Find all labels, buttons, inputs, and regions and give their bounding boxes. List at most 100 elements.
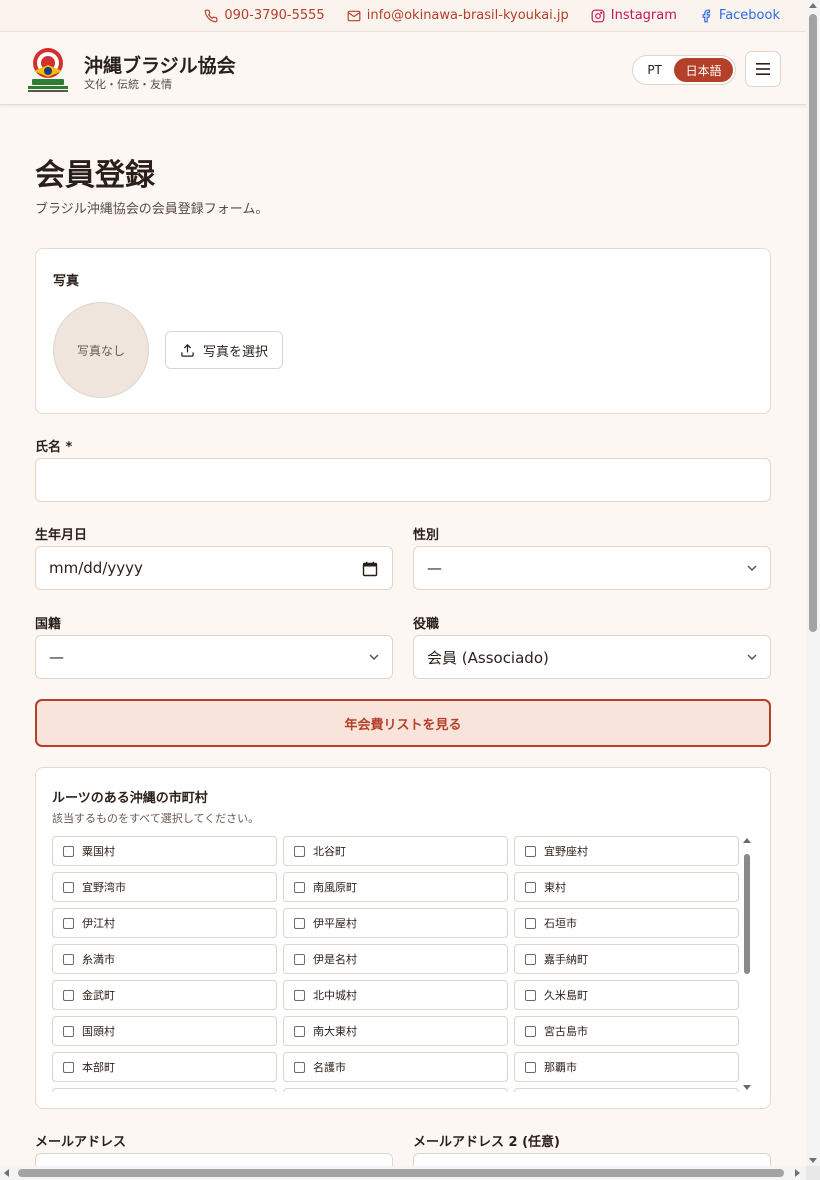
municipality-checkbox-item[interactable]: 北中城村 bbox=[283, 980, 508, 1010]
checkbox[interactable] bbox=[525, 953, 536, 965]
calendar-icon[interactable] bbox=[362, 561, 378, 577]
checkbox[interactable] bbox=[63, 989, 74, 1001]
phone-text: 090-3790-5555 bbox=[224, 8, 325, 23]
municipality-checkbox-item[interactable]: 宜野座村 bbox=[514, 836, 739, 866]
municipality-checkbox-item[interactable]: 南大東村 bbox=[283, 1016, 508, 1046]
birthdate-input[interactable]: mm/dd/yyyy bbox=[35, 546, 393, 590]
email-link[interactable]: info@okinawa-brasil-kyoukai.jp bbox=[347, 8, 569, 23]
scrollbar-thumb[interactable] bbox=[809, 14, 817, 632]
municipality-checkbox-item[interactable]: 嘉手納町 bbox=[514, 944, 739, 974]
checkbox[interactable] bbox=[525, 1061, 536, 1073]
page-horizontal-scrollbar[interactable] bbox=[0, 1166, 806, 1180]
checkbox[interactable] bbox=[294, 917, 305, 929]
upload-icon bbox=[181, 343, 194, 357]
municipality-checkbox-item[interactable]: 名護市 bbox=[283, 1052, 508, 1082]
municipality-checkbox-item[interactable] bbox=[283, 1088, 508, 1092]
municipality-checkbox-item[interactable]: 南風原町 bbox=[283, 872, 508, 902]
chevron-down-icon bbox=[369, 654, 379, 661]
checkbox[interactable] bbox=[294, 845, 305, 857]
municipality-label: 粟国村 bbox=[82, 845, 115, 858]
checkbox[interactable] bbox=[63, 845, 74, 857]
municipality-checkbox-item[interactable]: 久米島町 bbox=[514, 980, 739, 1010]
municipality-checkbox-item[interactable]: 粟国村 bbox=[52, 836, 277, 866]
municipality-checkbox-item[interactable]: 伊平屋村 bbox=[283, 908, 508, 938]
checkbox[interactable] bbox=[525, 845, 536, 857]
checkbox[interactable] bbox=[63, 881, 74, 893]
scroll-down-arrow-icon[interactable] bbox=[809, 1158, 817, 1163]
municipality-checkbox-item[interactable] bbox=[52, 1088, 277, 1092]
municipality-list: 粟国村 北谷町 宜野座村宜野湾市 南風原町 東村伊江村 伊平屋村 石垣市糸満市 伊是名村 嘉手納… bbox=[52, 836, 742, 1092]
scrollbar-thumb[interactable] bbox=[744, 854, 750, 974]
municipality-checkbox-item[interactable]: 伊是名村 bbox=[283, 944, 508, 974]
municipality-label: 南大東村 bbox=[313, 1025, 357, 1038]
municipality-label: 国頭村 bbox=[82, 1025, 115, 1038]
municipality-label: 本部町 bbox=[82, 1061, 115, 1074]
checkbox[interactable] bbox=[525, 881, 536, 893]
municipality-label: 宜野座村 bbox=[544, 845, 588, 858]
view-fee-list-button[interactable]: 年会費リストを見る bbox=[35, 699, 771, 747]
association-logo[interactable] bbox=[24, 45, 72, 93]
checkbox[interactable] bbox=[294, 1025, 305, 1037]
photo-placeholder: 写真なし bbox=[76, 343, 125, 358]
municipality-checkbox-item[interactable]: 東村 bbox=[514, 872, 739, 902]
scroll-right-arrow-icon[interactable] bbox=[795, 1169, 800, 1177]
menu-button[interactable] bbox=[745, 51, 781, 87]
nationality-select[interactable]: — bbox=[35, 635, 393, 679]
checkbox[interactable] bbox=[294, 989, 305, 1001]
checkbox[interactable] bbox=[63, 953, 74, 965]
checkbox[interactable] bbox=[294, 881, 305, 893]
roots-title: ルーツのある沖縄の市町村 bbox=[52, 791, 208, 806]
municipality-scrollbar[interactable] bbox=[742, 836, 752, 1092]
checkbox[interactable] bbox=[525, 989, 536, 1001]
checkbox[interactable] bbox=[294, 1061, 305, 1073]
select-photo-button[interactable]: 写真を選択 bbox=[165, 331, 283, 369]
checkbox[interactable] bbox=[63, 1061, 74, 1073]
nationality-label: 国籍 bbox=[35, 617, 62, 632]
email2-label: メールアドレス 2 (任意) bbox=[413, 1135, 560, 1150]
roots-subtitle: 該当するものをすべて選択してください。 bbox=[52, 812, 260, 825]
municipality-label: 東村 bbox=[544, 881, 566, 894]
gender-select[interactable]: — bbox=[413, 546, 771, 590]
lang-pt-button[interactable]: PT bbox=[635, 58, 674, 82]
scroll-left-arrow-icon[interactable] bbox=[4, 1169, 9, 1177]
email-text: info@okinawa-brasil-kyoukai.jp bbox=[366, 8, 569, 23]
facebook-icon bbox=[702, 9, 711, 22]
site-tagline: 文化・伝統・友情 bbox=[84, 78, 172, 91]
scroll-up-arrow-icon[interactable] bbox=[743, 838, 751, 843]
phone-link[interactable]: 090-3790-5555 bbox=[204, 8, 325, 23]
municipality-checkbox-item[interactable]: 金武町 bbox=[52, 980, 277, 1010]
lang-ja-button[interactable]: 日本語 bbox=[674, 58, 733, 82]
scrollbar-thumb[interactable] bbox=[18, 1169, 784, 1177]
checkbox[interactable] bbox=[63, 917, 74, 929]
municipality-checkbox-item[interactable]: 那覇市 bbox=[514, 1052, 739, 1082]
scroll-up-arrow-icon[interactable] bbox=[809, 3, 817, 8]
facebook-link[interactable]: Facebook bbox=[699, 8, 780, 23]
checkbox[interactable] bbox=[63, 1025, 74, 1037]
checkbox[interactable] bbox=[525, 1025, 536, 1037]
municipality-checkbox-item[interactable]: 北谷町 bbox=[283, 836, 508, 866]
scroll-down-arrow-icon[interactable] bbox=[743, 1085, 751, 1090]
page-title: 会員登録 bbox=[35, 158, 155, 193]
instagram-text: Instagram bbox=[610, 8, 677, 23]
municipality-label: 北中城村 bbox=[313, 989, 357, 1002]
instagram-link[interactable]: Instagram bbox=[591, 8, 677, 23]
role-select[interactable]: 会員 (Associado) bbox=[413, 635, 771, 679]
municipality-checkbox-item[interactable]: 宜野湾市 bbox=[52, 872, 277, 902]
page-vertical-scrollbar[interactable] bbox=[806, 0, 820, 1166]
page-description: ブラジル沖縄協会の会員登録フォーム。 bbox=[35, 202, 269, 217]
municipality-checkbox-item[interactable]: 石垣市 bbox=[514, 908, 739, 938]
checkbox[interactable] bbox=[525, 917, 536, 929]
municipality-checkbox-item[interactable]: 宮古島市 bbox=[514, 1016, 739, 1046]
municipality-checkbox-item[interactable]: 糸満市 bbox=[52, 944, 277, 974]
name-label: 氏名 * bbox=[35, 440, 73, 455]
language-toggle: PT 日本語 bbox=[632, 55, 736, 85]
municipality-checkbox-item[interactable]: 国頭村 bbox=[52, 1016, 277, 1046]
municipality-checkbox-item[interactable]: 伊江村 bbox=[52, 908, 277, 938]
site-title[interactable]: 沖縄ブラジル協会 bbox=[84, 51, 236, 78]
name-input[interactable] bbox=[35, 458, 771, 502]
municipality-checkbox-item[interactable]: 本部町 bbox=[52, 1052, 277, 1082]
okinawa-roots-section: ルーツのある沖縄の市町村 該当するものをすべて選択してください。 粟国村 北谷町宜… bbox=[35, 767, 771, 1109]
municipality-label: 伊江村 bbox=[82, 917, 115, 930]
checkbox[interactable] bbox=[294, 953, 305, 965]
municipality-checkbox-item[interactable] bbox=[514, 1088, 739, 1092]
